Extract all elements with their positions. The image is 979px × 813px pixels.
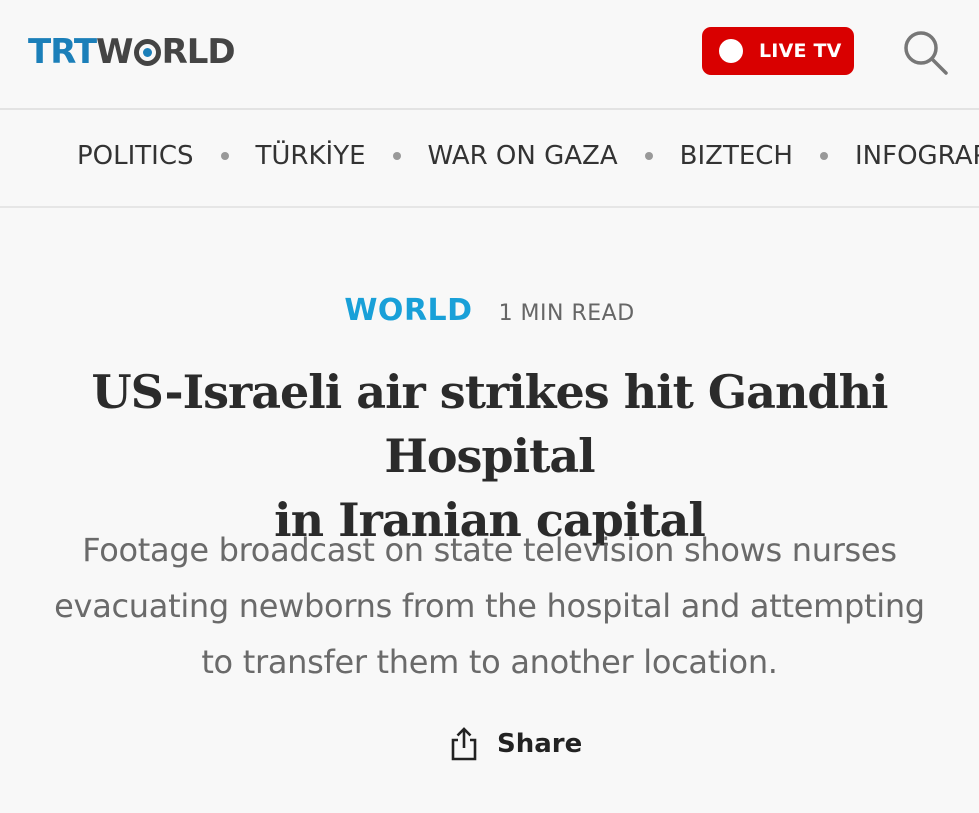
nav-item-biztech[interactable]: BIZTECH (680, 141, 793, 171)
share-icon (451, 727, 477, 761)
live-tv-button[interactable]: LIVE TV (702, 27, 854, 75)
nav-item-war-on-gaza[interactable]: WAR ON GAZA (428, 141, 618, 171)
search-icon[interactable] (900, 27, 950, 77)
trt-world-logo[interactable]: TRT W RLD (28, 30, 236, 74)
site-header: TRT W RLD LIVE TV (0, 0, 979, 110)
article-meta: WORLD 1 MIN READ (0, 293, 979, 328)
standfirst-line-1: Footage broadcast on state television sh… (82, 531, 897, 569)
category-link[interactable]: WORLD (344, 293, 472, 328)
live-dot-icon (719, 39, 743, 63)
nav-track: POLITICS TÜRKİYE WAR ON GAZA BIZTECH INF… (77, 141, 979, 171)
logo-world-w: W (96, 32, 134, 72)
headline-line-1: US-Israeli air strikes hit Gandhi Hospit… (91, 365, 888, 483)
share-label: Share (497, 729, 583, 759)
standfirst-line-3: to transfer them to another location. (201, 643, 778, 681)
category-nav: POLITICS TÜRKİYE WAR ON GAZA BIZTECH INF… (0, 110, 979, 208)
nav-item-turkiye[interactable]: TÜRKİYE (256, 141, 366, 171)
logo-o-icon (133, 38, 161, 66)
nav-separator (392, 152, 401, 160)
nav-separator (820, 152, 828, 160)
logo-trt: TRT (28, 32, 97, 72)
read-time: 1 MIN READ (498, 301, 635, 326)
share-button[interactable]: Share (449, 724, 582, 764)
nav-separator (220, 152, 229, 160)
nav-item-infographics[interactable]: INFOGRAPHICS (855, 141, 979, 171)
nav-separator (644, 152, 653, 160)
nav-item-politics[interactable]: POLITICS (77, 141, 194, 171)
live-tv-label: LIVE TV (759, 40, 842, 62)
article-standfirst: Footage broadcast on state television sh… (30, 522, 949, 690)
standfirst-line-2: evacuating newborns from the hospital an… (54, 587, 925, 625)
logo-world: W RLD (96, 32, 236, 72)
logo-world-rest: RLD (161, 32, 236, 72)
